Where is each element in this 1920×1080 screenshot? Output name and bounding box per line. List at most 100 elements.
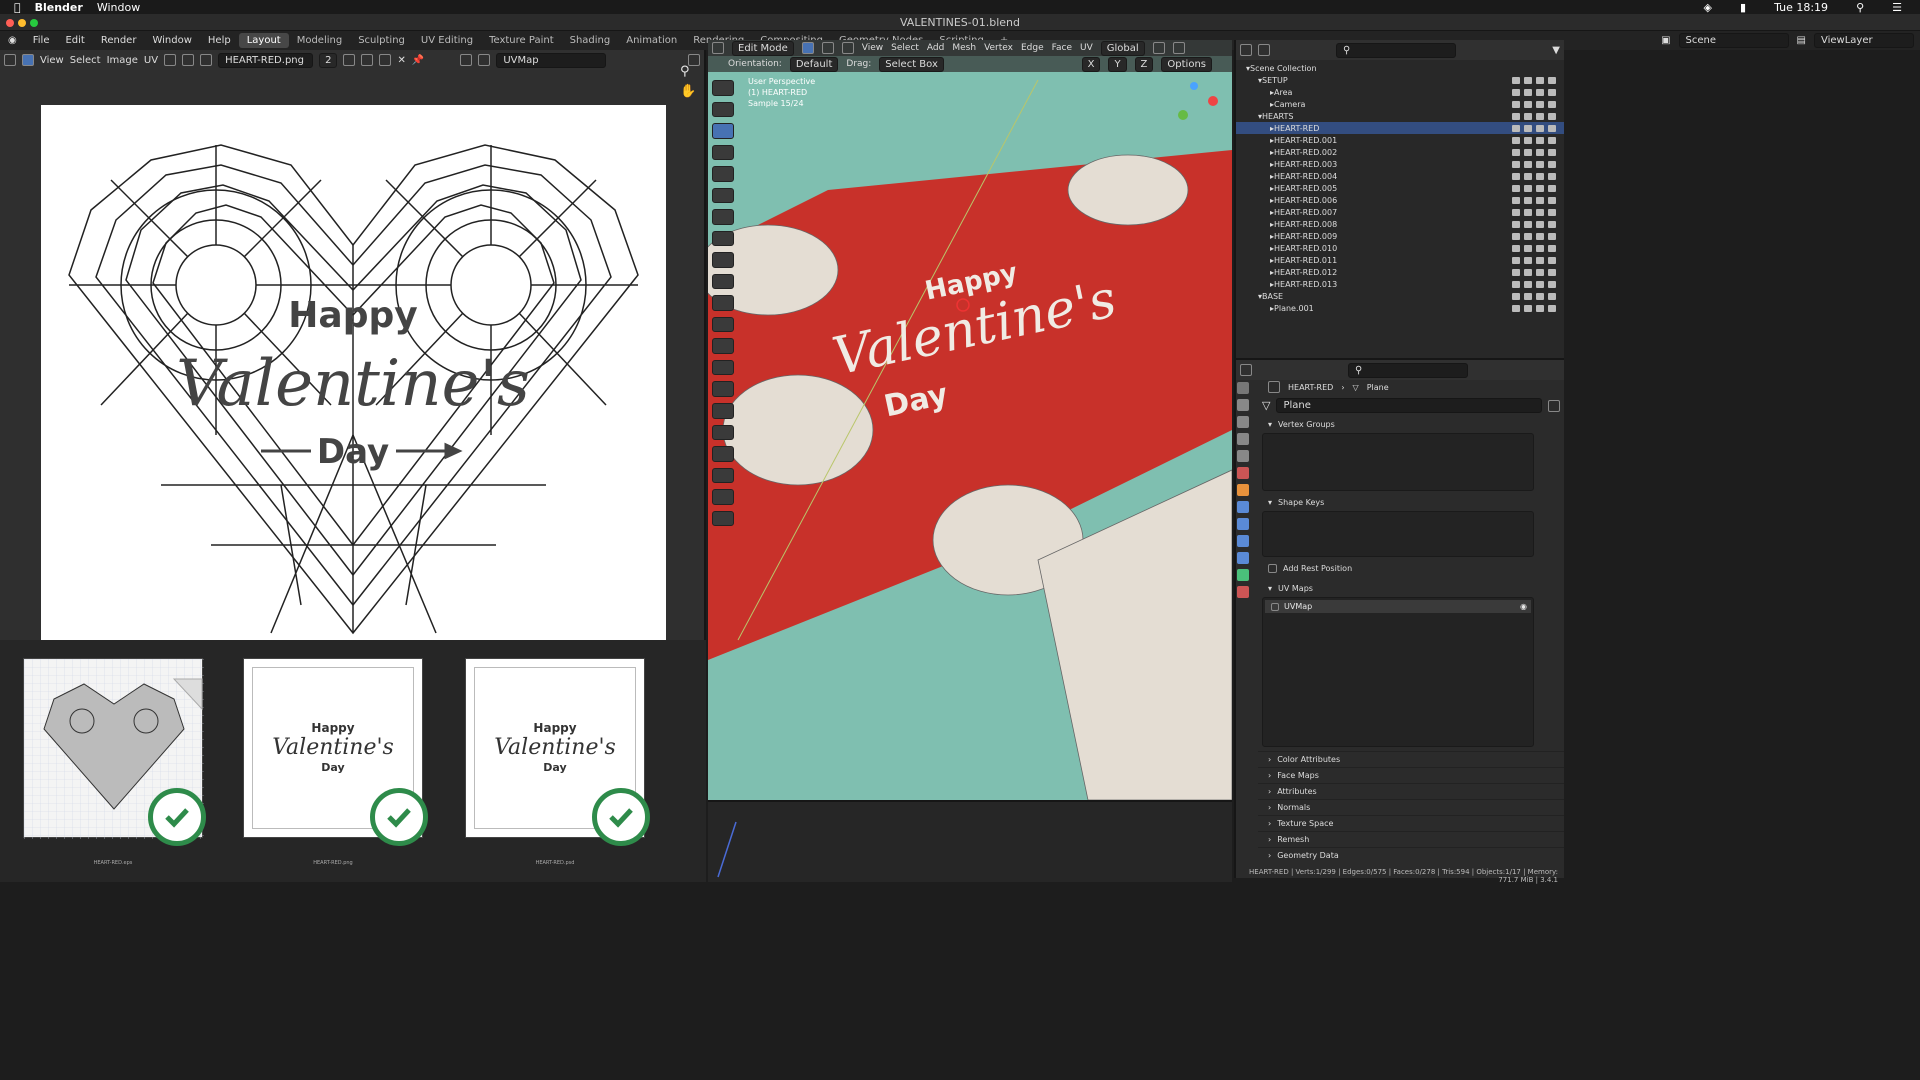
menu-window[interactable]: Window bbox=[144, 35, 199, 46]
outliner-row[interactable]: ▾ HEARTS bbox=[1236, 110, 1564, 122]
fake-user-shield-icon[interactable] bbox=[1548, 399, 1560, 412]
render-toggle-icon[interactable] bbox=[1548, 256, 1556, 264]
visibility-toggles[interactable] bbox=[1512, 136, 1556, 144]
outliner-row[interactable]: ▸ Area bbox=[1236, 86, 1564, 98]
panel-uv-maps[interactable]: ▾ UV Maps bbox=[1258, 581, 1564, 595]
menu-view[interactable]: View bbox=[40, 55, 64, 66]
eye-icon[interactable] bbox=[1524, 184, 1532, 192]
panel-collapsed[interactable]: › Attributes bbox=[1258, 783, 1564, 799]
visibility-toggles[interactable] bbox=[1512, 256, 1556, 264]
menu-help[interactable]: Help bbox=[200, 35, 239, 46]
select-toggle-icon[interactable] bbox=[1512, 148, 1520, 156]
annotate-tool-icon[interactable] bbox=[712, 209, 734, 225]
uv-maps-list[interactable]: UVMap ◉ bbox=[1262, 597, 1534, 747]
select-toggle-icon[interactable] bbox=[1512, 184, 1520, 192]
search-icon[interactable]: ⚲ bbox=[1856, 1, 1864, 14]
image-name-field[interactable]: HEART-RED.png bbox=[218, 52, 314, 68]
outliner-row[interactable]: ▸ HEART-RED.006 bbox=[1236, 194, 1564, 206]
bevel-tool-icon[interactable] bbox=[712, 316, 734, 333]
render-toggle-icon[interactable] bbox=[1548, 280, 1556, 288]
vp-menu-vertex[interactable]: Vertex bbox=[984, 43, 1013, 53]
view-layer-tab-icon[interactable] bbox=[1237, 433, 1249, 445]
vp-menu-uv[interactable]: UV bbox=[1080, 43, 1093, 53]
spin-tool-icon[interactable] bbox=[712, 402, 734, 419]
select-toggle-icon[interactable] bbox=[1512, 256, 1520, 264]
vp-menu-view[interactable]: View bbox=[862, 43, 883, 53]
physics-tab-icon[interactable] bbox=[1237, 535, 1249, 547]
options-dropdown[interactable]: Options bbox=[1161, 56, 1212, 72]
uv-sync-icon[interactable] bbox=[22, 54, 34, 66]
overlay-icon[interactable] bbox=[478, 54, 491, 66]
vertex-select-icon[interactable] bbox=[801, 42, 814, 54]
scene-field[interactable]: Scene bbox=[1678, 33, 1789, 48]
timeline-area[interactable] bbox=[708, 800, 1232, 882]
viewport-toggle-icon[interactable] bbox=[1536, 196, 1544, 204]
select-toggle-icon[interactable] bbox=[1512, 172, 1520, 180]
eye-icon[interactable] bbox=[1524, 148, 1532, 156]
eye-icon[interactable] bbox=[1524, 292, 1532, 300]
mac-menu-window[interactable]: Window bbox=[97, 1, 140, 14]
add-rest-position-checkbox[interactable]: Add Rest Position bbox=[1258, 561, 1564, 575]
scene-selector-icon[interactable]: ▣ bbox=[1653, 35, 1678, 46]
eye-icon[interactable] bbox=[1524, 220, 1532, 228]
render-toggle-icon[interactable] bbox=[1548, 196, 1556, 204]
vp-menu-select[interactable]: Select bbox=[891, 43, 919, 53]
vertex-groups-list[interactable] bbox=[1262, 433, 1534, 491]
visibility-toggles[interactable] bbox=[1512, 244, 1556, 252]
outliner-row[interactable]: ▸ HEART-RED.009 bbox=[1236, 230, 1564, 242]
outliner-row[interactable]: ▸ HEART-RED.013 bbox=[1236, 278, 1564, 290]
mode-selector[interactable]: Edit Mode bbox=[732, 40, 794, 56]
tab-layout[interactable]: Layout bbox=[238, 33, 289, 48]
select-toggle-icon[interactable] bbox=[1512, 112, 1520, 120]
mesh-name-field[interactable]: Plane bbox=[1276, 398, 1542, 413]
select-toggle-icon[interactable] bbox=[1512, 220, 1520, 228]
snap-icon[interactable] bbox=[182, 54, 195, 66]
select-toggle-icon[interactable] bbox=[1512, 232, 1520, 240]
outliner-row[interactable]: ▸ HEART-RED.011 bbox=[1236, 254, 1564, 266]
viewport-toggle-icon[interactable] bbox=[1536, 148, 1544, 156]
render-toggle-icon[interactable] bbox=[1548, 112, 1556, 120]
viewport-toggle-icon[interactable] bbox=[1536, 232, 1544, 240]
render-toggle-icon[interactable] bbox=[1548, 76, 1556, 84]
render-toggle-icon[interactable] bbox=[1548, 184, 1556, 192]
orientation-dropdown[interactable]: Default bbox=[789, 56, 839, 72]
render-toggle-icon[interactable] bbox=[1548, 148, 1556, 156]
material-tab-icon[interactable] bbox=[1237, 586, 1249, 598]
output-tab-icon[interactable] bbox=[1237, 416, 1249, 428]
tool-tab-icon[interactable] bbox=[1237, 382, 1249, 394]
control-center-icon[interactable]: ☰ bbox=[1892, 1, 1902, 14]
select-toggle-icon[interactable] bbox=[1512, 244, 1520, 252]
panel-collapsed[interactable]: › Face Maps bbox=[1258, 767, 1564, 783]
outliner-row[interactable]: ▸ HEART-RED.005 bbox=[1236, 182, 1564, 194]
render-toggle-icon[interactable] bbox=[1548, 304, 1556, 312]
select-toggle-icon[interactable] bbox=[1512, 76, 1520, 84]
outliner-row[interactable]: ▸ HEART-RED.001 bbox=[1236, 134, 1564, 146]
eye-icon[interactable] bbox=[1524, 124, 1532, 132]
add-cube-tool-icon[interactable] bbox=[712, 252, 734, 268]
transform-orientation[interactable]: Global bbox=[1100, 40, 1145, 56]
select-toggle-icon[interactable] bbox=[1512, 292, 1520, 300]
hand-pan-icon[interactable]: ✋ bbox=[680, 84, 696, 99]
outliner-row[interactable]: ▸ HEART-RED.002 bbox=[1236, 146, 1564, 158]
visibility-toggles[interactable] bbox=[1512, 196, 1556, 204]
viewport-toggle-icon[interactable] bbox=[1536, 184, 1544, 192]
outliner-row[interactable]: ▸ HEART-RED.010 bbox=[1236, 242, 1564, 254]
render-toggle-icon[interactable] bbox=[1548, 160, 1556, 168]
image-browse-icon[interactable] bbox=[200, 54, 213, 66]
inset-tool-icon[interactable] bbox=[712, 295, 734, 311]
cursor-tool-icon[interactable] bbox=[712, 101, 734, 118]
vp-menu-add[interactable]: Add bbox=[927, 43, 944, 53]
select-toggle-icon[interactable] bbox=[1512, 136, 1520, 144]
viewport-editor-type-icon[interactable] bbox=[712, 42, 724, 54]
select-tool-icon[interactable] bbox=[712, 80, 734, 96]
viewport-toggle-icon[interactable] bbox=[1536, 88, 1544, 96]
shear-tool-icon[interactable] bbox=[712, 489, 734, 505]
select-toggle-icon[interactable] bbox=[1512, 280, 1520, 288]
editor-type-icon[interactable] bbox=[4, 54, 16, 66]
visibility-toggles[interactable] bbox=[1512, 220, 1556, 228]
apple-icon[interactable]:  bbox=[14, 1, 21, 14]
drag-dropdown[interactable]: Select Box bbox=[879, 56, 944, 72]
viewport-toggle-icon[interactable] bbox=[1536, 304, 1544, 312]
uv-sculpt-icon[interactable] bbox=[460, 54, 473, 66]
tab-modeling[interactable]: Modeling bbox=[289, 33, 351, 48]
